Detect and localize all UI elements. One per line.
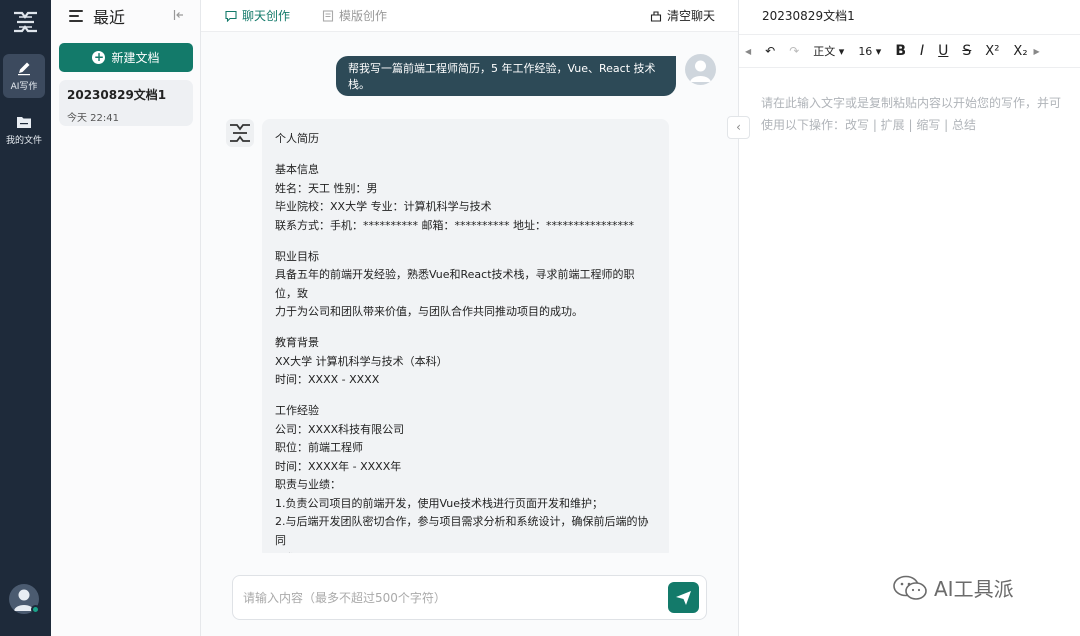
scroll-right-icon[interactable]: ▶ — [1034, 47, 1040, 56]
message-section: 职业目标具备五年的前端开发经验，熟悉Vue和React技术栈，寻求前端工程师的职… — [275, 248, 656, 322]
message-section: 基本信息姓名：天工 性别：男毕业院校：XX大学 专业：计算机科学与技术联系方式：… — [275, 161, 656, 235]
bot-avatar — [226, 119, 254, 147]
bold-button[interactable]: B — [895, 43, 906, 59]
chevron-left-icon: ‹ — [736, 120, 741, 134]
chat-input-box — [232, 575, 707, 620]
editor-placeholder-line: 使用以下操作：改写 | 扩展 | 缩写 | 总结 — [761, 118, 977, 132]
new-document-label: 新建文档 — [111, 51, 160, 65]
app-logo-icon — [230, 124, 250, 142]
chat-tab-bar: 聊天创作 模版创作 清空聊天 — [201, 0, 738, 32]
underline-button[interactable]: U — [938, 43, 948, 59]
chat-area: 聊天创作 模版创作 清空聊天 帮我写一篇前端工程师简历，5 年工作经验，Vue、… — [201, 0, 738, 636]
message-line: 2.与后端开发团队密切合作，参与项目需求分析和系统设计，确保前后端的协同 — [275, 515, 649, 547]
message-line: 毕业院校：XX大学 专业：计算机科学与技术 — [275, 200, 492, 213]
wechat-icon — [893, 575, 927, 600]
message-line: 工作经验 — [275, 404, 319, 417]
superscript-button[interactable]: X² — [985, 44, 999, 59]
message-line: 个人简历 — [275, 132, 319, 145]
editor-placeholder-line: 请在此输入文字或是复制粘贴内容以开始您的写作，并可 — [761, 96, 1062, 110]
message-line: 联系方式：手机：********** 邮箱：********** 地址：****… — [275, 218, 634, 232]
collapse-left-icon[interactable] — [173, 9, 185, 21]
pen-icon — [18, 62, 30, 76]
rail-item-my-files[interactable]: 我的文件 — [3, 108, 45, 152]
tab-template-creation[interactable]: 模版创作 — [322, 7, 387, 24]
tab-label: 聊天创作 — [242, 9, 291, 23]
document-icon — [322, 9, 334, 22]
assistant-message: 个人简历基本信息姓名：天工 性别：男毕业院校：XX大学 专业：计算机科学与技术联… — [262, 119, 669, 553]
undo-icon[interactable]: ↶ — [765, 44, 775, 58]
message-line: 力于为公司和团队带来价值，与团队合作共同推动项目的成功。 — [275, 305, 583, 318]
watermark-text: AI工具派 — [934, 577, 1014, 601]
rail-item-ai-writing[interactable]: AI写作 — [3, 54, 45, 98]
watermark: AI工具派 — [892, 573, 1014, 602]
paragraph-style-value: 正文 — [813, 45, 836, 58]
person-icon — [690, 60, 711, 82]
chat-bubble-icon — [225, 10, 237, 22]
message-line: 具备五年的前端开发经验，熟悉Vue和React技术栈，寻求前端工程师的职位，致 — [275, 268, 635, 300]
icon-rail: AI写作 我的文件 — [0, 0, 51, 636]
message-line: 基本信息 — [275, 163, 319, 176]
broom-icon — [650, 10, 662, 22]
user-message: 帮我写一篇前端工程师简历，5 年工作经验，Vue、React 技术栈。 — [336, 56, 676, 96]
editor-document-title: 20230829文档1 — [762, 9, 855, 23]
message-line: 职位：前端工程师 — [275, 441, 363, 454]
message-line: 姓名：天工 性别：男 — [275, 181, 378, 195]
scroll-left-icon[interactable]: ◀ — [745, 47, 751, 56]
folder-icon — [17, 117, 31, 128]
redo-icon[interactable]: ↷ — [789, 44, 799, 58]
message-section: 工作经验公司：XXXX科技有限公司 职位：前端工程师时间：XXXX年 - XXXX… — [275, 402, 656, 553]
clear-chat-button[interactable]: 清空聊天 — [650, 7, 715, 24]
send-icon — [676, 591, 691, 605]
editor-content[interactable]: 请在此输入文字或是复制粘贴内容以开始您的写作，并可 使用以下操作：改写 | 扩展… — [761, 92, 1069, 136]
chat-input[interactable] — [243, 589, 653, 607]
message-section: 教育背景 XX大学 计算机科学与技术（本科） 时间：XXXX - XXXX — [275, 334, 656, 390]
chat-messages[interactable]: 帮我写一篇前端工程师简历，5 年工作经验，Vue、React 技术栈。 个人简历… — [201, 33, 738, 553]
italic-button[interactable]: I — [920, 43, 924, 59]
tab-label: 模版创作 — [339, 9, 388, 23]
message-line: 职业目标 — [275, 249, 319, 263]
document-time: 今天 22:41 — [67, 113, 119, 124]
doclist-title: 最近 — [93, 8, 126, 27]
editor-panel: 20230829文档1 ◀ ↶ ↷ 正文 ▾ 16 ▾ B I U S X² X… — [738, 0, 1080, 636]
message-line: 时间：XXXX - XXXX — [275, 373, 380, 386]
tab-chat-creation[interactable]: 聊天创作 — [225, 7, 290, 24]
font-size-select[interactable]: 16 ▾ — [858, 45, 881, 58]
message-line: 教育背景 — [275, 336, 319, 349]
online-status-dot — [31, 605, 40, 614]
document-list-panel: 最近 + 新建文档 20230829文档1 今天 22:41 — [51, 0, 201, 636]
paragraph-style-select[interactable]: 正文 ▾ — [813, 43, 844, 59]
send-button[interactable] — [668, 582, 699, 613]
doclist-header: 最近 — [69, 6, 191, 27]
document-title: 20230829文档1 — [67, 88, 167, 102]
app-logo-icon — [14, 11, 37, 33]
font-size-value: 16 — [858, 44, 873, 58]
rail-item-label: AI写作 — [10, 82, 38, 92]
subscript-button[interactable]: X₂ — [1013, 44, 1027, 59]
message-line: XX大学 计算机科学与技术（本科） — [275, 354, 448, 368]
message-line: 工作； — [275, 550, 656, 553]
rail-item-label: 我的文件 — [5, 136, 42, 146]
message-section: 个人简历 — [275, 130, 656, 149]
plus-icon: + — [92, 50, 106, 64]
app-window: AI写作 我的文件 最近 + 新建文档 20230829文档1 今天 22:41… — [0, 0, 1080, 636]
message-line: 公司：XXXX科技有限公司 — [275, 422, 405, 436]
document-list-item[interactable]: 20230829文档1 今天 22:41 — [59, 80, 193, 126]
strikethrough-button[interactable]: S — [962, 43, 971, 59]
collapse-editor-button[interactable]: ‹ — [727, 116, 750, 139]
menu-icon[interactable] — [69, 10, 83, 22]
new-document-button[interactable]: + 新建文档 — [59, 43, 193, 72]
user-avatar — [685, 54, 716, 85]
message-line: 1.负责公司项目的前端开发，使用Vue技术栈进行页面开发和维护； — [275, 496, 604, 510]
message-line: 时间：XXXX年 - XXXX年 — [275, 459, 402, 473]
message-line: 职责与业绩： — [275, 478, 341, 491]
clear-chat-label: 清空聊天 — [667, 9, 716, 23]
editor-toolbar: ◀ ↶ ↷ 正文 ▾ 16 ▾ B I U S X² X₂ ▶ — [739, 34, 1080, 68]
